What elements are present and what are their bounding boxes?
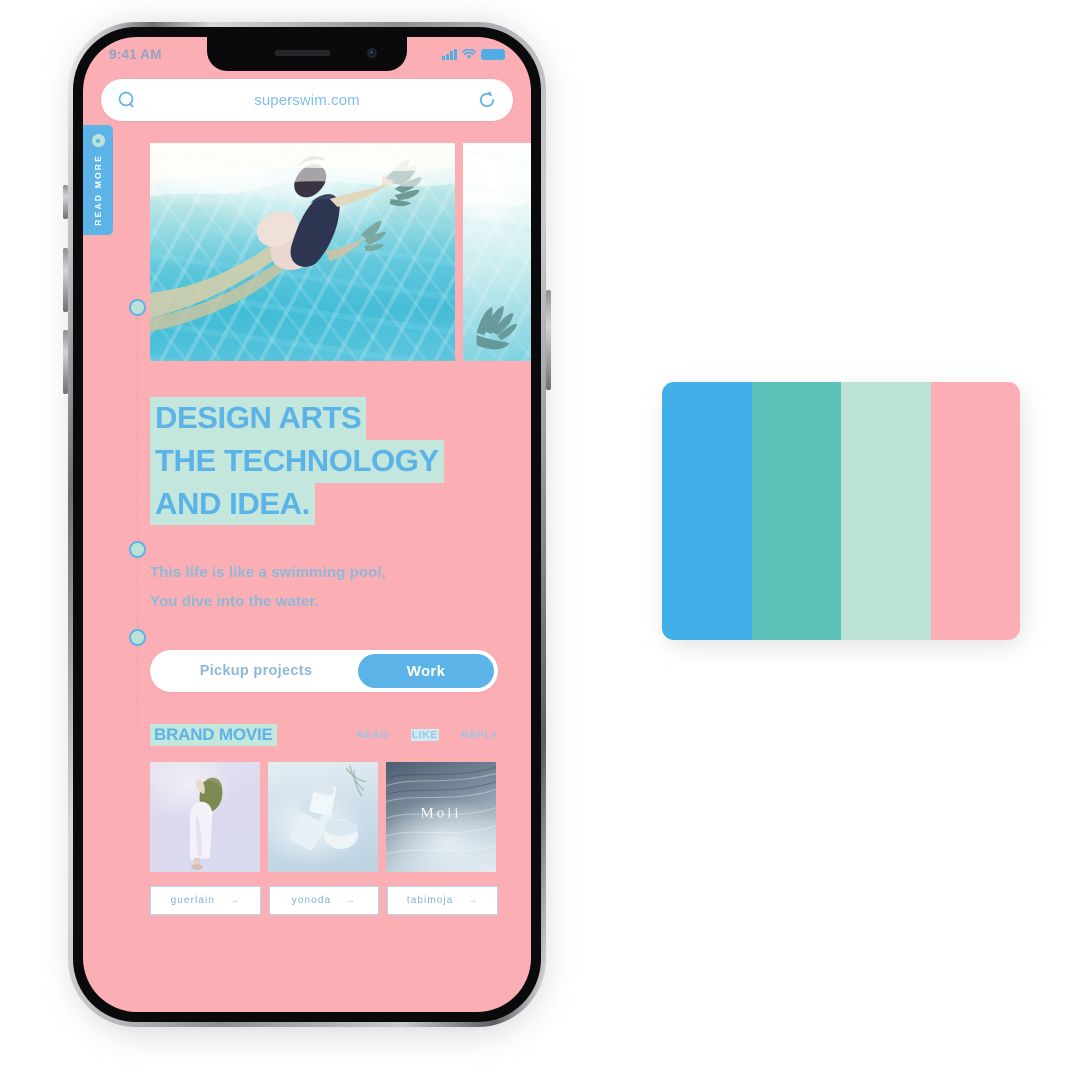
arrow-right-icon: → bbox=[228, 895, 241, 907]
tag-button-guerlain[interactable]: guerlain → bbox=[150, 886, 261, 916]
color-palette-card bbox=[662, 382, 1020, 640]
tag-label: tabimoja bbox=[406, 895, 454, 907]
notch bbox=[207, 37, 407, 71]
tag-label: guerlain bbox=[170, 895, 215, 907]
phone-screen: 9:41 AM superswim.com READ MORE DESIGN A… bbox=[83, 37, 531, 1012]
swatch-teal bbox=[751, 382, 841, 640]
hero-image-main[interactable] bbox=[150, 143, 456, 361]
thumbnail-gallery: Moii bbox=[150, 762, 498, 873]
arrow-right-icon: → bbox=[345, 895, 357, 907]
swatch-pink bbox=[930, 382, 1020, 640]
circle-dot-icon bbox=[91, 134, 105, 147]
action-like[interactable]: LIKE bbox=[410, 729, 439, 742]
phone-bezel: 9:41 AM superswim.com READ MORE DESIGN A… bbox=[73, 27, 541, 1022]
front-camera-icon bbox=[367, 48, 377, 58]
subtitle-text: This life is like a swimming pool, You d… bbox=[150, 559, 531, 616]
swatch-mint bbox=[841, 382, 931, 640]
arrow-right-icon: → bbox=[467, 895, 479, 907]
tag-label: yonoda bbox=[291, 895, 332, 907]
cellular-bars-icon bbox=[442, 48, 457, 60]
headline-line-2: THE TECHNOLOGY bbox=[150, 439, 444, 483]
page-content: DESIGN ARTS THE TECHNOLOGY AND IDEA. Thi… bbox=[83, 397, 531, 916]
thumbnail-moii-texture[interactable]: Moii bbox=[386, 762, 496, 873]
power-button[interactable] bbox=[546, 290, 551, 390]
headline-line-3: AND IDEA. bbox=[150, 482, 315, 526]
toggle-option-work[interactable]: Work bbox=[358, 654, 494, 689]
address-bar[interactable]: superswim.com bbox=[101, 79, 513, 121]
segmented-toggle[interactable]: Pickup projects Work bbox=[150, 650, 498, 693]
action-read[interactable]: READ bbox=[356, 729, 388, 741]
subtitle-line-2: You dive into the water. bbox=[150, 592, 319, 610]
status-bar-time: 9:41 AM bbox=[109, 46, 162, 62]
tag-button-yonoda[interactable]: yonoda → bbox=[268, 886, 380, 916]
url-text[interactable]: superswim.com bbox=[137, 92, 477, 109]
hero-gallery bbox=[150, 143, 531, 361]
reload-icon[interactable] bbox=[477, 90, 497, 110]
brand-movie-title: BRAND MOVIE bbox=[150, 724, 277, 747]
thumbnail-cosmetic-bottles[interactable] bbox=[268, 762, 378, 873]
thumbnail-caption: Moii bbox=[420, 805, 462, 822]
subtitle-line-1: This life is like a swimming pool, bbox=[150, 564, 386, 582]
tag-button-row: guerlain → yonoda → tabimoja → bbox=[150, 886, 499, 916]
thumbnail-woman-in-white[interactable] bbox=[150, 762, 260, 873]
battery-icon bbox=[481, 48, 505, 60]
tag-button-tabimoja[interactable]: tabimoja → bbox=[387, 886, 499, 916]
read-more-label: READ MORE bbox=[93, 154, 103, 226]
toggle-option-pickup-projects[interactable]: Pickup projects bbox=[154, 663, 358, 679]
phone-device: 9:41 AM superswim.com READ MORE DESIGN A… bbox=[68, 22, 546, 1027]
page-title: DESIGN ARTS THE TECHNOLOGY AND IDEA. bbox=[150, 397, 531, 526]
brand-movie-row: BRAND MOVIE READ LIKE REPLY bbox=[150, 724, 498, 747]
brand-movie-actions: READ LIKE REPLY bbox=[356, 729, 498, 742]
wifi-icon bbox=[462, 48, 476, 60]
read-more-tab[interactable]: READ MORE bbox=[83, 125, 113, 235]
timeline-dot[interactable] bbox=[129, 299, 146, 316]
swatch-sky-blue bbox=[662, 382, 752, 640]
earpiece-speaker-icon bbox=[274, 50, 331, 56]
headline-line-1: DESIGN ARTS bbox=[150, 397, 367, 440]
hero-image-side[interactable] bbox=[463, 143, 531, 361]
screenshot-stage: 9:41 AM superswim.com READ MORE DESIGN A… bbox=[0, 0, 1080, 1080]
action-reply[interactable]: REPLY bbox=[461, 729, 498, 741]
browser-bar: superswim.com bbox=[83, 71, 531, 121]
status-bar-indicators bbox=[442, 48, 505, 60]
search-icon[interactable] bbox=[117, 90, 137, 110]
